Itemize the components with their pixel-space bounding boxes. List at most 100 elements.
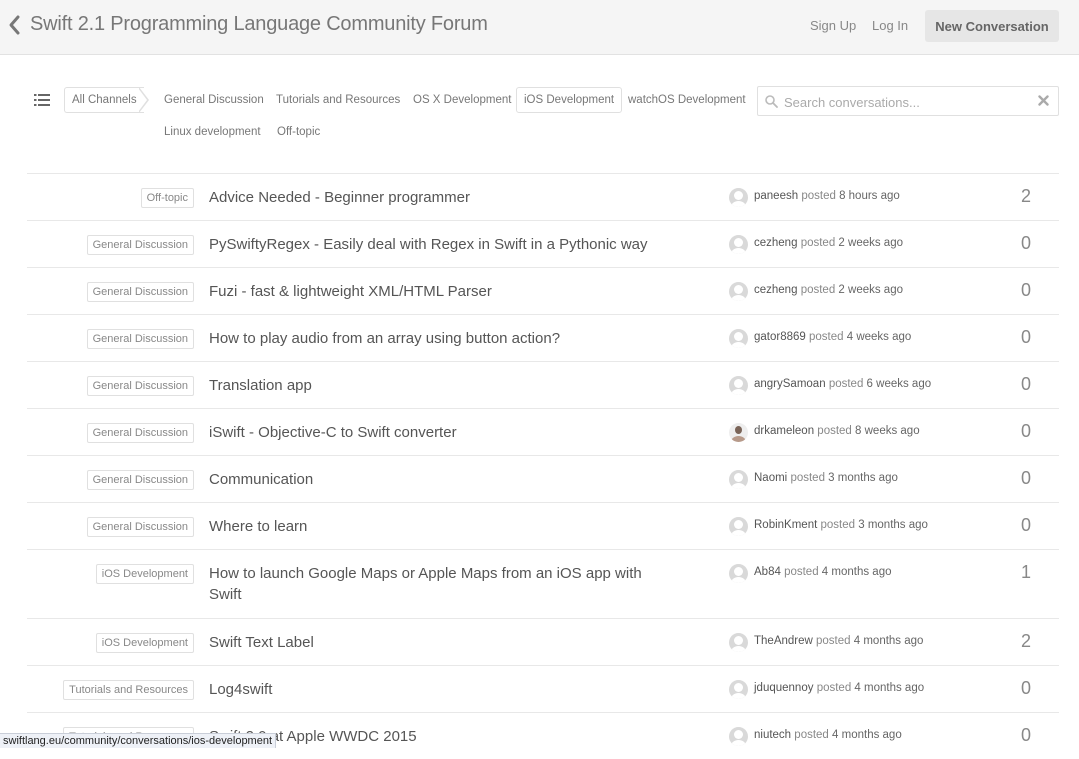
conversation-title[interactable]: iSwift - Objective-C to Swift converter — [209, 422, 649, 443]
conversation-meta: RobinKment posted 3 months ago — [754, 519, 928, 531]
channel-watchos-development[interactable]: watchOS Development — [621, 87, 753, 113]
reply-count: 0 — [1020, 725, 1031, 745]
conversation-row[interactable]: General Discussion How to play audio fro… — [27, 314, 1059, 361]
reply-count: 0 — [1020, 515, 1031, 535]
avatar[interactable] — [729, 423, 748, 442]
conversation-title[interactable]: How to play audio from an array using bu… — [209, 328, 649, 349]
author-link[interactable]: Naomi — [754, 472, 787, 484]
channel-linux-development[interactable]: Linux development — [157, 119, 268, 145]
avatar[interactable] — [729, 680, 748, 699]
header-bar: Swift 2.1 Programming Language Community… — [0, 0, 1079, 55]
channel-tag[interactable]: iOS Development — [95, 633, 194, 653]
avatar[interactable] — [729, 564, 748, 583]
channel-tag[interactable]: General Discussion — [86, 329, 194, 349]
conversation-row[interactable]: General Discussion PySwiftyRegex - Easil… — [27, 220, 1059, 267]
meta-action: posted — [790, 472, 825, 484]
conversation-row[interactable]: General Discussion iSwift - Objective-C … — [27, 408, 1059, 455]
channel-tutorials-resources[interactable]: Tutorials and Resources — [269, 87, 407, 113]
clear-search-icon[interactable] — [1038, 95, 1049, 106]
channel-tag[interactable]: General Discussion — [86, 235, 194, 255]
channel-tag[interactable]: General Discussion — [86, 423, 194, 443]
author-link[interactable]: gator8869 — [754, 331, 806, 343]
conversation-title[interactable]: Where to learn — [209, 516, 649, 537]
avatar[interactable] — [729, 376, 748, 395]
avatar[interactable] — [729, 188, 748, 207]
avatar[interactable] — [729, 727, 748, 746]
channel-tag[interactable]: iOS Development — [95, 564, 194, 584]
search-input[interactable] — [782, 91, 1026, 113]
conversation-row[interactable]: Tutorials and Resources Log4swift jduque… — [27, 665, 1059, 712]
conversation-row[interactable]: General Discussion Translation app angry… — [27, 361, 1059, 408]
search-icon — [765, 95, 778, 108]
channel-tag[interactable]: General Discussion — [86, 470, 194, 490]
post-time: 4 months ago — [832, 729, 902, 741]
author-link[interactable]: paneesh — [754, 190, 798, 202]
reply-count: 2 — [1020, 186, 1031, 206]
conversation-title[interactable]: Log4swift — [209, 679, 649, 700]
author-link[interactable]: cezheng — [754, 284, 797, 296]
conversation-row[interactable]: iOS Development How to launch Google Map… — [27, 549, 1059, 618]
author-link[interactable]: jduquennoy — [754, 682, 813, 694]
channel-off-topic[interactable]: Off-topic — [270, 119, 327, 145]
reply-count: 0 — [1020, 374, 1031, 394]
conversation-row[interactable]: General Discussion Fuzi - fast & lightwe… — [27, 267, 1059, 314]
channel-tag[interactable]: General Discussion — [86, 517, 194, 537]
sign-up-link[interactable]: Sign Up — [810, 18, 856, 33]
post-time: 8 hours ago — [839, 190, 900, 202]
conversation-meta: paneesh posted 8 hours ago — [754, 190, 900, 202]
post-time: 3 months ago — [858, 519, 928, 531]
conversation-title[interactable]: Fuzi - fast & lightweight XML/HTML Parse… — [209, 281, 649, 302]
meta-action: posted — [820, 519, 856, 531]
channel-ios-development[interactable]: iOS Development — [516, 87, 623, 113]
search-box — [757, 86, 1059, 116]
author-link[interactable]: angrySamoan — [754, 378, 826, 390]
channel-list-icon[interactable] — [34, 93, 50, 107]
conversation-meta: gator8869 posted 4 weeks ago — [754, 331, 911, 343]
author-link[interactable]: niutech — [754, 729, 791, 741]
conversation-row[interactable]: iOS Development Swift Text Label TheAndr… — [27, 618, 1059, 665]
channel-general-discussion[interactable]: General Discussion — [157, 87, 271, 113]
post-time: 4 months ago — [853, 635, 924, 647]
author-link[interactable]: Ab84 — [754, 566, 781, 578]
conversation-title[interactable]: Advice Needed - Beginner programmer — [209, 187, 649, 208]
meta-action: posted — [800, 284, 836, 296]
channel-os-x-development[interactable]: OS X Development — [406, 87, 518, 113]
conversation-meta: jduquennoy posted 4 months ago — [754, 682, 924, 694]
conversation-title[interactable]: How to launch Google Maps or Apple Maps … — [209, 563, 649, 605]
post-time: 2 weeks ago — [838, 284, 903, 296]
conversation-row[interactable]: General Discussion Where to learn RobinK… — [27, 502, 1059, 549]
avatar[interactable] — [729, 633, 748, 652]
conversation-meta: Naomi posted 3 months ago — [754, 472, 898, 484]
reply-count: 0 — [1020, 233, 1031, 253]
avatar[interactable] — [729, 517, 748, 536]
conversation-title[interactable]: Communication — [209, 469, 649, 490]
log-in-link[interactable]: Log In — [872, 18, 908, 33]
author-link[interactable]: drkameleon — [754, 425, 814, 437]
avatar[interactable] — [729, 235, 748, 254]
reply-count: 0 — [1020, 327, 1031, 347]
channel-tag[interactable]: Off-topic — [140, 188, 194, 208]
reply-count: 2 — [1020, 631, 1031, 651]
conversation-title[interactable]: PySwiftyRegex - Easily deal with Regex i… — [209, 234, 649, 255]
conversation-title[interactable]: Swift Text Label — [209, 632, 649, 653]
channel-all[interactable]: All Channels — [64, 87, 144, 113]
channel-tag[interactable]: General Discussion — [86, 376, 194, 396]
channel-tag[interactable]: Tutorials and Resources — [63, 680, 194, 700]
new-conversation-button[interactable]: New Conversation — [925, 10, 1059, 42]
conversation-meta: niutech posted 4 months ago — [754, 729, 902, 741]
channel-tag[interactable]: General Discussion — [86, 282, 194, 302]
conversation-meta: angrySamoan posted 6 weeks ago — [754, 378, 931, 390]
avatar[interactable] — [729, 329, 748, 348]
avatar[interactable] — [729, 282, 748, 301]
author-link[interactable]: RobinKment — [754, 519, 817, 531]
author-link[interactable]: cezheng — [754, 237, 797, 249]
author-link[interactable]: TheAndrew — [754, 635, 813, 647]
avatar[interactable] — [729, 470, 748, 489]
conversation-title[interactable]: Translation app — [209, 375, 649, 396]
conversation-row[interactable]: Off-topic Advice Needed - Beginner progr… — [27, 173, 1059, 220]
reply-count: 1 — [1020, 562, 1031, 582]
conversation-list: Off-topic Advice Needed - Beginner progr… — [27, 173, 1059, 759]
conversation-row[interactable]: General Discussion Communication Naomi p… — [27, 455, 1059, 502]
meta-action: posted — [809, 331, 844, 343]
back-chevron-icon[interactable] — [6, 14, 22, 36]
